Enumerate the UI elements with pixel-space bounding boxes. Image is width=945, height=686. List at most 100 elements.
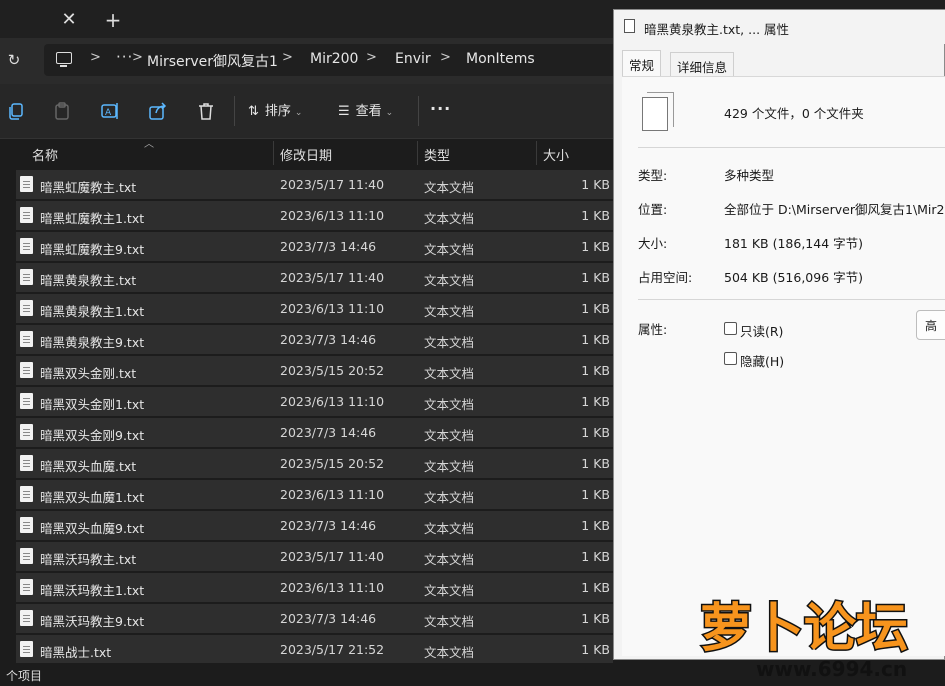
- file-row[interactable]: 暗黑战士.txt 2023/5/17 21:52 文本文档 1 KB: [16, 635, 613, 663]
- file-date: 2023/5/17 11:40: [280, 177, 385, 192]
- file-date: 2023/5/15 20:52: [280, 363, 385, 378]
- file-row[interactable]: 暗黑双头血魔9.txt 2023/7/3 14:46 文本文档 1 KB: [16, 511, 613, 540]
- view-button[interactable]: ☰ 查看 ⌄: [338, 101, 393, 123]
- file-name: 暗黑双头血魔.txt: [40, 459, 137, 474]
- file-row[interactable]: 暗黑虹魔教主1.txt 2023/6/13 11:10 文本文档 1 KB: [16, 201, 613, 230]
- dialog-titlebar[interactable]: 暗黑黄泉教主.txt, ... 属性: [614, 10, 945, 44]
- file-date: 2023/6/13 11:10: [280, 394, 385, 409]
- file-name: 暗黑双头金刚.txt: [40, 366, 137, 381]
- close-icon[interactable]: ✕: [58, 9, 80, 31]
- chevron-down-icon: ⌄: [294, 108, 303, 118]
- breadcrumb-item[interactable]: Mir200: [310, 51, 358, 67]
- file-size: 1 KB: [581, 456, 610, 471]
- file-name: 暗黑双头血魔1.txt: [40, 490, 145, 505]
- breadcrumb-item[interactable]: Mirserver御风复古1: [147, 51, 278, 71]
- type-value: 多种类型: [724, 168, 775, 183]
- file-row[interactable]: 暗黑沃玛教主1.txt 2023/6/13 11:10 文本文档 1 KB: [16, 573, 613, 602]
- sort-icon: ⇅: [248, 104, 259, 119]
- file-type: 文本文档: [424, 490, 475, 505]
- new-tab-icon[interactable]: +: [102, 9, 124, 31]
- text-file-icon: [20, 548, 33, 564]
- file-row[interactable]: 暗黑虹魔教主.txt 2023/5/17 11:40 文本文档 1 KB: [16, 170, 613, 199]
- file-date: 2023/7/3 14:46: [280, 332, 377, 347]
- file-name: 暗黑双头血魔9.txt: [40, 521, 145, 536]
- file-type: 文本文档: [424, 428, 475, 443]
- delete-icon[interactable]: [196, 101, 216, 121]
- file-size: 1 KB: [581, 177, 610, 192]
- column-name[interactable]: 名称: [32, 145, 58, 164]
- file-row[interactable]: 暗黑双头金刚1.txt 2023/6/13 11:10 文本文档 1 KB: [16, 387, 613, 416]
- column-divider[interactable]: [417, 141, 418, 165]
- view-icon: ☰: [338, 104, 350, 119]
- hidden-checkbox[interactable]: [724, 352, 737, 365]
- file-size: 1 KB: [581, 332, 610, 347]
- share-icon[interactable]: [148, 101, 168, 121]
- file-size: 1 KB: [581, 270, 610, 285]
- file-row[interactable]: 暗黑双头血魔1.txt 2023/6/13 11:10 文本文档 1 KB: [16, 480, 613, 509]
- readonly-label[interactable]: 只读(R): [740, 321, 783, 340]
- file-row[interactable]: 暗黑虹魔教主9.txt 2023/7/3 14:46 文本文档 1 KB: [16, 232, 613, 261]
- text-file-icon: [20, 455, 33, 471]
- file-row[interactable]: 暗黑双头金刚.txt 2023/5/15 20:52 文本文档 1 KB: [16, 356, 613, 385]
- file-row[interactable]: 暗黑黄泉教主1.txt 2023/6/13 11:10 文本文档 1 KB: [16, 294, 613, 323]
- file-date: 2023/7/3 14:46: [280, 611, 377, 626]
- file-date: 2023/7/3 14:46: [280, 239, 377, 254]
- column-size[interactable]: 大小: [543, 145, 569, 164]
- breadcrumb-item[interactable]: MonItems: [466, 51, 535, 67]
- readonly-checkbox[interactable]: [724, 322, 737, 335]
- file-name: 暗黑黄泉教主1.txt: [40, 304, 145, 319]
- files-summary: 429 个文件，0 个文件夹: [724, 106, 864, 121]
- file-type: 文本文档: [424, 552, 475, 567]
- file-row[interactable]: 暗黑沃玛教主9.txt 2023/7/3 14:46 文本文档 1 KB: [16, 604, 613, 633]
- file-date: 2023/5/15 20:52: [280, 456, 385, 471]
- more-options-icon[interactable]: ···: [430, 99, 451, 118]
- file-name: 暗黑沃玛教主.txt: [40, 552, 137, 567]
- file-row[interactable]: 暗黑双头金刚9.txt 2023/7/3 14:46 文本文档 1 KB: [16, 418, 613, 447]
- column-divider[interactable]: [536, 141, 537, 165]
- column-divider[interactable]: [273, 141, 274, 165]
- tab-details[interactable]: 详细信息: [670, 52, 735, 76]
- refresh-icon[interactable]: ↻: [4, 50, 24, 70]
- paste-icon[interactable]: [52, 101, 72, 121]
- divider: [638, 299, 945, 300]
- advanced-button[interactable]: 高: [916, 310, 945, 340]
- rename-icon[interactable]: A: [100, 101, 120, 121]
- text-file-icon: [20, 362, 33, 378]
- address-bar[interactable]: > ··· > Mirserver御风复古1 > Mir200 > Envir …: [44, 44, 624, 76]
- this-pc-icon[interactable]: [56, 52, 72, 67]
- file-name: 暗黑黄泉教主.txt: [40, 273, 137, 288]
- column-date[interactable]: 修改日期: [280, 145, 332, 164]
- copy-icon[interactable]: [6, 101, 26, 121]
- file-row[interactable]: 暗黑沃玛教主.txt 2023/5/17 11:40 文本文档 1 KB: [16, 542, 613, 571]
- dialog-title: 暗黑黄泉教主.txt, ... 属性: [644, 22, 790, 37]
- file-row[interactable]: 暗黑黄泉教主.txt 2023/5/17 11:40 文本文档 1 KB: [16, 263, 613, 292]
- file-name: 暗黑黄泉教主9.txt: [40, 335, 145, 350]
- hidden-label[interactable]: 隐藏(H): [740, 351, 784, 370]
- file-size: 1 KB: [581, 518, 610, 533]
- file-list: 暗黑虹魔教主.txt 2023/5/17 11:40 文本文档 1 KB 暗黑虹魔教主1…: [0, 170, 615, 663]
- more-path-icon[interactable]: ···: [116, 48, 133, 66]
- sort-button[interactable]: ⇅ 排序 ⌄: [248, 101, 302, 123]
- file-row[interactable]: 暗黑黄泉教主9.txt 2023/7/3 14:46 文本文档 1 KB: [16, 325, 613, 354]
- column-type[interactable]: 类型: [424, 145, 450, 164]
- chevron-right-icon: >: [282, 50, 293, 65]
- file-row[interactable]: 暗黑双头血魔.txt 2023/5/15 20:52 文本文档 1 KB: [16, 449, 613, 478]
- tab-general[interactable]: 常规: [622, 50, 662, 76]
- multiple-files-icon: [642, 92, 674, 131]
- file-type: 文本文档: [424, 242, 475, 257]
- file-size: 1 KB: [581, 549, 610, 564]
- file-type: 文本文档: [424, 583, 475, 598]
- file-type: 文本文档: [424, 397, 475, 412]
- breadcrumb-item[interactable]: Envir: [395, 51, 431, 67]
- sort-label: 排序: [264, 104, 291, 119]
- item-count: 个项目: [6, 669, 43, 683]
- file-name: 暗黑虹魔教主1.txt: [40, 211, 145, 226]
- disk-size-value: 504 KB (516,096 字节): [724, 270, 863, 285]
- text-file-icon: [20, 486, 33, 502]
- file-size: 1 KB: [581, 394, 610, 409]
- chevron-right-icon: >: [90, 50, 101, 65]
- file-date: 2023/6/13 11:10: [280, 208, 385, 223]
- attributes-label: 属性:: [638, 322, 668, 337]
- text-file-icon: [20, 176, 33, 192]
- file-date: 2023/7/3 14:46: [280, 518, 377, 533]
